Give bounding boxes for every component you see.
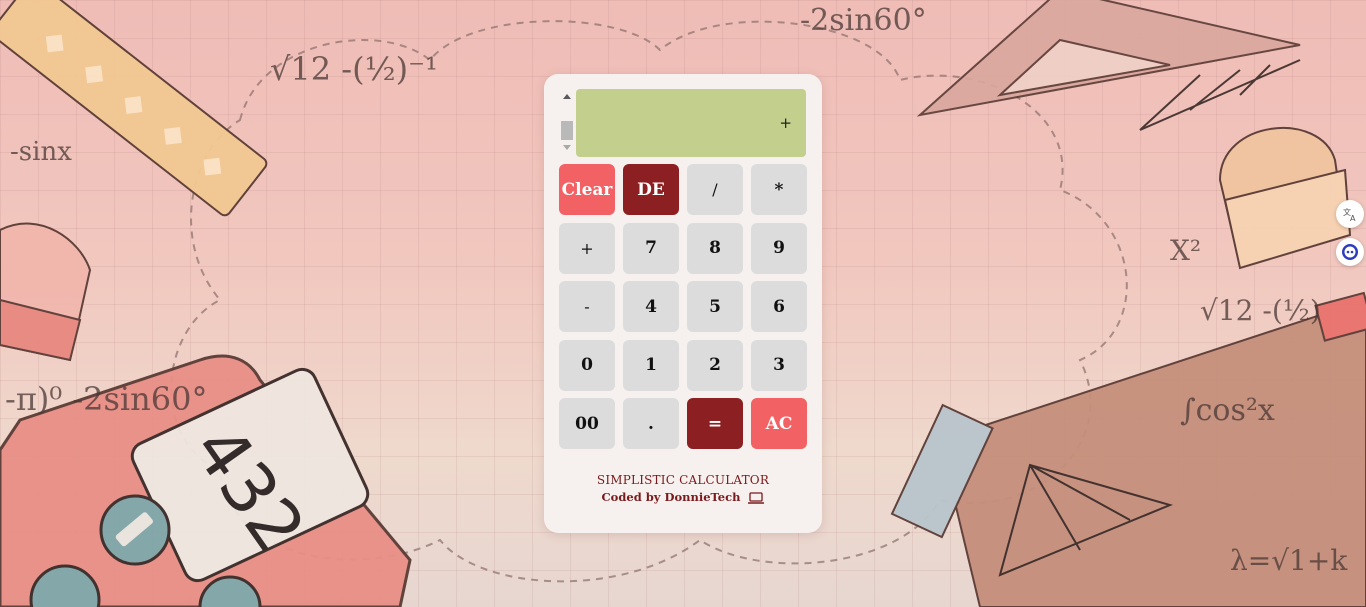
svg-text:-2sin60°: -2sin60° (800, 3, 927, 38)
digit-7-button[interactable]: 7 (623, 222, 679, 274)
laptop-icon (748, 492, 765, 504)
digit-0-button[interactable]: 0 (559, 339, 615, 391)
assistant-button[interactable] (1336, 238, 1364, 266)
credit-line: Coded by DonnieTech (544, 489, 822, 506)
display-scrollbar[interactable] (560, 90, 574, 156)
digit-2-button[interactable]: 2 (687, 339, 743, 391)
scroll-thumb[interactable] (561, 121, 573, 140)
digit-5-button[interactable]: 5 (687, 281, 743, 332)
calculator: + Clear DE / * +7 8 9 -4 5 6 0 1 2 3 00. = AC SIMPLISTIC… (544, 74, 822, 533)
scroll-down-arrow-icon[interactable] (563, 145, 571, 150)
calculator-footer: SIMPLISTIC CALCULATOR Coded by DonnieTec… (544, 472, 822, 506)
calculator-display[interactable]: + (576, 89, 806, 157)
all-clear-button[interactable]: AC (751, 398, 807, 449)
decimal-button[interactable]: . (623, 398, 679, 449)
delete-button[interactable]: DE (623, 164, 679, 215)
svg-text:-π)⁰ -2sin60°: -π)⁰ -2sin60° (5, 380, 207, 418)
clear-button[interactable]: Clear (559, 164, 615, 215)
digit-1-button[interactable]: 1 (623, 339, 679, 391)
divide-button[interactable]: / (687, 164, 743, 215)
digit-8-button[interactable]: 8 (687, 222, 743, 274)
scroll-up-arrow-icon[interactable] (563, 94, 571, 99)
credit-text: Coded by DonnieTech (601, 490, 741, 504)
svg-text:√12 -(½)⁻¹: √12 -(½)⁻¹ (270, 50, 438, 88)
keypad: Clear DE / * +7 8 9 -4 5 6 0 1 2 3 00. = AC (559, 164, 807, 449)
app-title: SIMPLISTIC CALCULATOR (596, 473, 770, 487)
svg-text:√12 -(½): √12 -(½) (1200, 294, 1321, 327)
digit-9-button[interactable]: 9 (751, 222, 807, 274)
svg-text:-sinx: -sinx (10, 137, 72, 167)
svg-text:X²: X² (1170, 234, 1201, 267)
double-zero-button[interactable]: 00 (559, 398, 615, 449)
subtract-button[interactable]: - (559, 281, 615, 332)
digit-6-button[interactable]: 6 (751, 281, 807, 332)
digit-4-button[interactable]: 4 (623, 281, 679, 332)
digit-3-button[interactable]: 3 (751, 339, 807, 391)
multiply-button[interactable]: * (751, 164, 807, 215)
assistant-icon (1342, 244, 1358, 260)
equals-button[interactable]: = (687, 398, 743, 449)
svg-text:λ=√1+k: λ=√1+k (1230, 544, 1348, 577)
translate-button[interactable]: 文 A (1336, 200, 1364, 228)
translate-icon: 文 A (1343, 207, 1356, 222)
svg-text:A: A (1350, 214, 1356, 222)
svg-text:∫cos²x: ∫cos²x (1180, 393, 1275, 428)
add-button[interactable]: + (559, 222, 615, 274)
display-value: + (779, 114, 792, 132)
